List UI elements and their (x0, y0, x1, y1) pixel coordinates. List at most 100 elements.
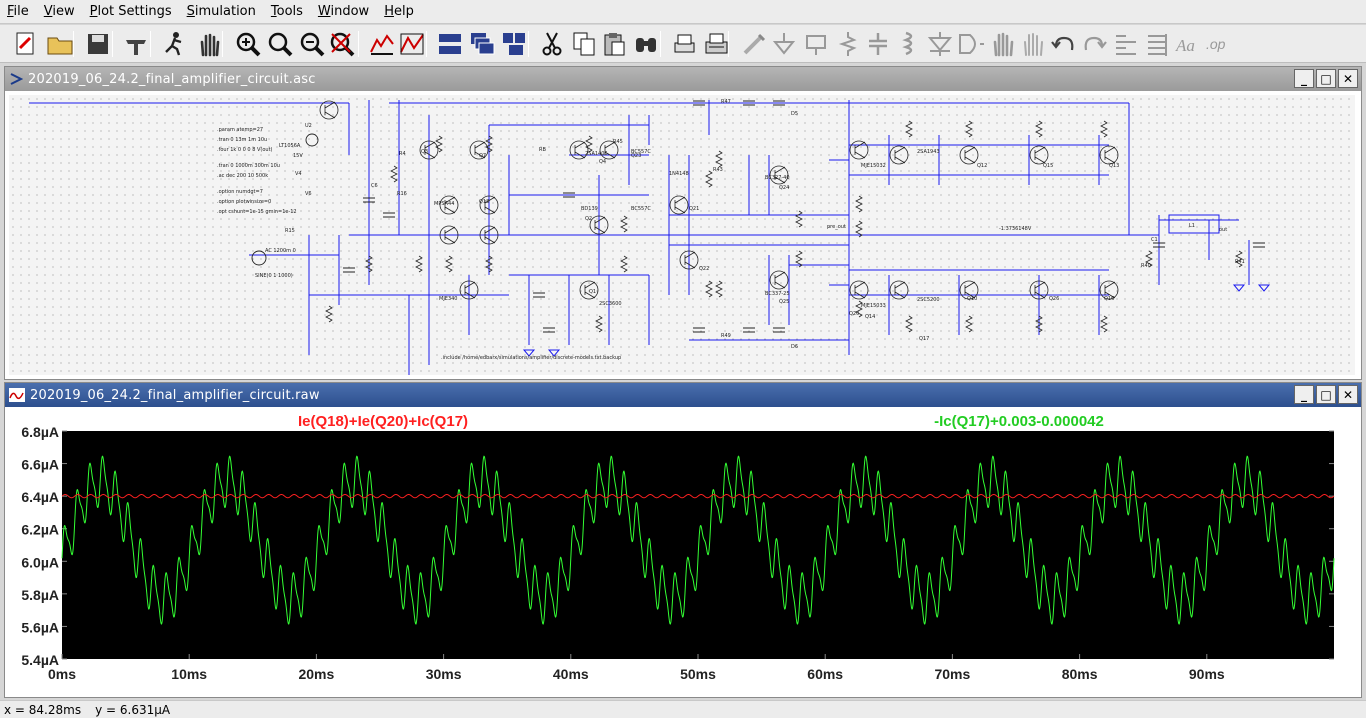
transistor-symbol (319, 100, 339, 120)
tile-vertical-icon[interactable] (498, 28, 530, 60)
spice-directive: .tran 0 13m 1m 10u (217, 137, 267, 143)
wire-icon[interactable] (738, 28, 770, 60)
trace-label-green[interactable]: -Ic(Q17)+0.003-0.000042 (934, 413, 1104, 430)
copy-icon[interactable] (568, 28, 600, 60)
toolbar-separator (222, 31, 223, 57)
schematic-label: Q12 (977, 163, 987, 169)
schematic-label: MJE15032 (861, 163, 886, 169)
tile-horizontal-icon[interactable] (434, 28, 466, 60)
plot-background[interactable] (62, 431, 1334, 659)
svg-text:.op: .op (1206, 36, 1226, 52)
text-icon[interactable]: Aa (1172, 28, 1204, 60)
plot-window[interactable]: 202019_06_24.2_final_amplifier_circuit.r… (4, 382, 1362, 698)
toolbar-separator (73, 31, 74, 57)
rotate-icon[interactable] (1110, 28, 1142, 60)
diode-icon[interactable] (924, 28, 956, 60)
transistor-symbol (684, 251, 696, 269)
menu-view[interactable]: View (37, 0, 83, 24)
resistor-symbol (1035, 120, 1043, 138)
capacitor-icon[interactable] (862, 28, 894, 60)
transistor-symbol (849, 280, 869, 300)
save-icon[interactable] (82, 28, 114, 60)
cut-icon[interactable] (536, 28, 568, 60)
schematic-label: R16 (397, 191, 407, 197)
y-tick-label: 6.4µA (21, 489, 59, 505)
schematic-window[interactable]: 202019_06_24.2_final_amplifier_circuit.a… (4, 66, 1362, 380)
schematic-label: D5 (791, 111, 798, 117)
capacitor-symbol (743, 327, 755, 333)
schematic-label: 1N4148 (669, 171, 689, 177)
ground-icon[interactable] (768, 28, 800, 60)
schematic-label: Q10 (967, 296, 977, 302)
transistor-symbol (1034, 146, 1046, 164)
toolbar-separator (358, 31, 359, 57)
inductor-icon[interactable] (892, 28, 924, 60)
x-tick-label: 90ms (1189, 666, 1225, 682)
halt-icon[interactable] (192, 28, 224, 60)
spice-directive: .tran 0 1000m 300m 10u (217, 163, 280, 169)
open-folder-icon[interactable] (44, 28, 76, 60)
cursor-y-readout: y = 6.631µA (95, 702, 171, 717)
menu-window[interactable]: Window (311, 0, 377, 24)
print-preview-icon[interactable] (668, 28, 700, 60)
component-icon[interactable] (954, 28, 986, 60)
new-schematic-icon[interactable] (10, 28, 42, 60)
schematic-canvas[interactable]: U2 LT1056A 15V V4 V6 R15 C6 R16 Q3 Q7 Q4 Q2 Q1 MJE340… (9, 95, 1355, 375)
trace-label-red[interactable]: Ie(Q18)+Ie(Q20)+Ic(Q17) (298, 413, 468, 430)
waveform-chart[interactable]: Ie(Q18)+Ie(Q20)+Ic(Q17) -Ic(Q17)+0.003-0… (5, 407, 1361, 697)
schematic-titlebar[interactable]: 202019_06_24.2_final_amplifier_circuit.a… (5, 67, 1361, 91)
resistor-symbol (965, 315, 973, 333)
menu-help[interactable]: Help (377, 0, 422, 24)
menu-bar: File View Plot Settings Simulation Tools Wind… (0, 0, 1366, 24)
plot-titlebar[interactable]: 202019_06_24.2_final_amplifier_circuit.r… (5, 383, 1361, 407)
cascade-icon[interactable] (466, 28, 498, 60)
spice-directive-icon[interactable]: .op (1202, 28, 1234, 60)
x-tick-label: 70ms (934, 666, 970, 682)
find-icon[interactable] (630, 28, 662, 60)
zoom-full-icon[interactable] (326, 28, 358, 60)
resistor-icon[interactable] (832, 28, 864, 60)
schematic-label: Q24 (779, 185, 789, 191)
resistor-symbol (715, 280, 723, 298)
toolbar-separator (728, 31, 729, 57)
menu-simulation[interactable]: Simulation (180, 0, 264, 24)
schematic-label: -1.3736148V (999, 226, 1032, 232)
schematic-label: RB (539, 147, 546, 153)
run-icon[interactable] (158, 28, 190, 60)
cursor-x-readout: x = 84.28ms (4, 702, 82, 717)
transistor-symbol (854, 141, 866, 159)
plot-settings-icon[interactable] (396, 28, 428, 60)
zoom-out-icon[interactable] (296, 28, 328, 60)
maximize-button[interactable]: □ (1316, 69, 1336, 88)
schematic-label: D6 (791, 344, 798, 350)
toolbar-separator (660, 31, 661, 57)
schematic-label: Q4 (599, 159, 606, 165)
control-panel-icon[interactable] (120, 28, 152, 60)
menu-tools[interactable]: Tools (264, 0, 311, 24)
zoom-pan-icon[interactable] (264, 28, 296, 60)
x-tick-label: 0ms (48, 666, 76, 682)
zoom-in-icon[interactable] (232, 28, 264, 60)
menu-file[interactable]: File (0, 0, 37, 24)
schematic-label: Q26 (1049, 296, 1059, 302)
schematic-label: Q17 (919, 336, 929, 342)
paste-icon[interactable] (598, 28, 630, 60)
transistor-symbol (889, 145, 909, 165)
close-button[interactable]: ✕ (1338, 69, 1358, 88)
minimize-button[interactable]: _ (1294, 69, 1314, 88)
label-net-icon[interactable] (800, 28, 832, 60)
mirror-icon[interactable] (1142, 28, 1174, 60)
redo-icon[interactable] (1078, 28, 1110, 60)
plot-area[interactable]: Ie(Q18)+Ie(Q20)+Ic(Q17) -Ic(Q17)+0.003-0… (5, 407, 1361, 697)
plot-maximize-button[interactable]: □ (1316, 385, 1336, 404)
drag-icon[interactable] (1016, 28, 1048, 60)
menu-plot-settings[interactable]: Plot Settings (83, 0, 180, 24)
plot-close-button[interactable]: ✕ (1338, 385, 1358, 404)
move-icon[interactable] (986, 28, 1018, 60)
plot-minimize-button[interactable]: _ (1294, 385, 1314, 404)
spice-directive: .option plotwinsize=0 (217, 199, 271, 205)
transistor-symbol (959, 145, 979, 165)
autorange-icon[interactable] (366, 28, 398, 60)
y-tick-label: 6.6µA (21, 457, 59, 473)
undo-icon[interactable] (1048, 28, 1080, 60)
